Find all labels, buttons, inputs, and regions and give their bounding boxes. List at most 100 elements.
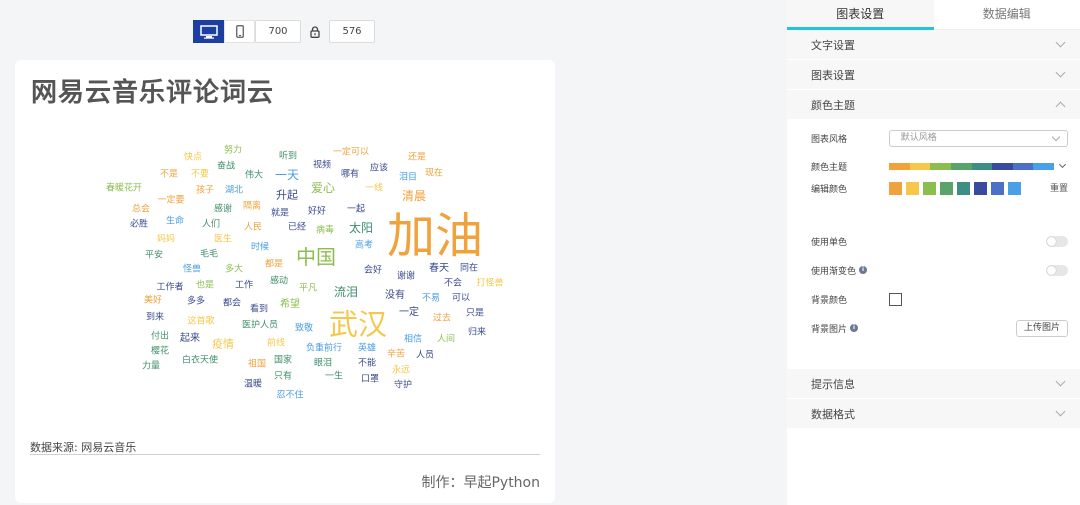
cloud-word: 病毒 bbox=[315, 225, 335, 236]
color-swatch[interactable] bbox=[940, 182, 953, 195]
desktop-icon bbox=[199, 24, 218, 39]
cloud-word: 平安 bbox=[144, 250, 164, 261]
cloud-word: 归来 bbox=[467, 327, 487, 338]
bg-image-label: 背景图片 i bbox=[811, 322, 889, 335]
word-cloud: 加油 武汉 中国 太阳 爱心 清晨 一天 升起 流泪 快点 努力 听到 一定可以 还是 奋战 视频 应该 不是 不要… bbox=[15, 60, 555, 503]
mobile-icon bbox=[235, 25, 244, 38]
cloud-word: 打怪兽 bbox=[476, 278, 504, 289]
cloud-word: 哪有 bbox=[340, 169, 360, 180]
color-swatch[interactable] bbox=[957, 182, 970, 195]
bg-color-picker[interactable] bbox=[889, 292, 902, 306]
edit-colors-row: 编辑颜色 重置 bbox=[811, 178, 1068, 212]
bg-image-row: 背景图片 i 上传图片 bbox=[811, 318, 1068, 338]
color-swatch[interactable] bbox=[889, 182, 902, 195]
cloud-word: 一线 bbox=[364, 183, 384, 194]
cloud-word: 相信 bbox=[403, 334, 423, 345]
cloud-word: 力量 bbox=[141, 361, 161, 372]
single-color-row: 使用单色 bbox=[811, 231, 1068, 251]
cloud-word: 人员 bbox=[415, 350, 435, 361]
cloud-word: 都会 bbox=[222, 298, 242, 309]
cloud-word: 隔离 bbox=[242, 201, 262, 212]
color-theme-row: 颜色主题 bbox=[811, 156, 1068, 176]
cloud-word: 爱心 bbox=[310, 181, 336, 195]
cloud-word: 樱花 bbox=[150, 346, 170, 357]
cloud-word: 必胜 bbox=[129, 219, 149, 230]
cloud-word: 只是 bbox=[465, 308, 485, 319]
color-theme-label: 颜色主题 bbox=[811, 162, 848, 173]
palette-segment bbox=[1012, 162, 1034, 170]
section-label: 提示信息 bbox=[811, 377, 855, 391]
reset-colors-button[interactable]: 重置 bbox=[1050, 181, 1068, 194]
cloud-word: 春暖花开 bbox=[105, 183, 143, 194]
cloud-word: 忍不住 bbox=[276, 390, 304, 401]
desktop-view-button[interactable] bbox=[193, 20, 224, 43]
cloud-word: 不易 bbox=[421, 293, 441, 304]
palette-segment bbox=[930, 162, 951, 170]
info-icon[interactable]: i bbox=[850, 324, 859, 332]
chevron-down-icon bbox=[1055, 406, 1066, 417]
chevron-down-icon bbox=[1055, 67, 1066, 78]
bg-color-label: 背景颜色 bbox=[811, 295, 848, 306]
tab-chart-settings[interactable]: 图表设置 bbox=[787, 0, 934, 30]
cloud-word: 不能 bbox=[357, 358, 377, 369]
info-icon[interactable]: i bbox=[859, 266, 868, 274]
cloud-word: 加油 bbox=[386, 208, 484, 264]
section-label: 图表设置 bbox=[811, 68, 855, 82]
color-swatch[interactable] bbox=[1008, 182, 1021, 195]
cloud-word: 英雄 bbox=[357, 343, 377, 354]
tab-data-edit[interactable]: 数据编辑 bbox=[934, 0, 1080, 29]
color-swatch[interactable] bbox=[923, 182, 936, 195]
bg-image-label-text: 背景图片 bbox=[811, 324, 848, 335]
gradient-toggle[interactable] bbox=[1046, 264, 1068, 276]
aspect-lock-button[interactable] bbox=[301, 20, 329, 43]
cloud-word: 没有 bbox=[385, 290, 405, 301]
data-source-note: 数据来源: 网易云音乐 bbox=[30, 441, 137, 454]
cloud-word: 眼泪 bbox=[313, 358, 333, 369]
section-color-theme[interactable]: 颜色主题 bbox=[787, 90, 1080, 120]
lock-icon bbox=[310, 25, 320, 38]
palette-segment bbox=[950, 162, 972, 170]
cloud-word: 工作者 bbox=[156, 282, 184, 293]
chevron-down-icon bbox=[1055, 376, 1066, 387]
cloud-word: 人间 bbox=[436, 334, 456, 345]
chevron-down-icon[interactable] bbox=[1058, 160, 1067, 169]
cloud-word: 多多 bbox=[186, 296, 206, 307]
cloud-word: 总会 bbox=[131, 204, 151, 215]
color-swatch[interactable] bbox=[906, 182, 919, 195]
cloud-word: 致敬 bbox=[294, 323, 314, 334]
height-input[interactable]: 576 bbox=[329, 20, 375, 43]
single-color-toggle[interactable] bbox=[1046, 235, 1068, 247]
section-data-format[interactable]: 数据格式 bbox=[787, 399, 1080, 429]
cloud-word: 就是 bbox=[270, 208, 290, 219]
section-text-settings[interactable]: 文字设置 bbox=[787, 30, 1080, 60]
cloud-word: 守护 bbox=[393, 380, 413, 391]
cloud-word: 快点 bbox=[183, 152, 203, 163]
cloud-word: 怪兽 bbox=[182, 264, 202, 275]
cloud-word: 感谢 bbox=[213, 204, 233, 215]
color-swatches[interactable] bbox=[889, 182, 1029, 195]
cloud-word: 视频 bbox=[312, 160, 332, 171]
settings-panel: 图表设置 数据编辑 文字设置 图表设置 颜色主题 图表风格 默认风格 颜色主题 … bbox=[787, 0, 1080, 505]
chart-title: 网易云音乐评论词云 bbox=[31, 78, 275, 108]
cloud-word: 一天 bbox=[274, 168, 300, 182]
edit-colors-label: 编辑颜色 bbox=[811, 185, 848, 195]
section-chart-settings[interactable]: 图表设置 bbox=[787, 60, 1080, 90]
mobile-view-button[interactable] bbox=[224, 20, 255, 43]
color-swatch[interactable] bbox=[974, 182, 987, 195]
cloud-word: 平凡 bbox=[298, 283, 318, 294]
chevron-up-icon bbox=[1055, 101, 1066, 112]
cloud-word: 祖国 bbox=[247, 359, 267, 370]
chart-style-select[interactable]: 默认风格 bbox=[888, 129, 1068, 147]
cloud-word: 不是 bbox=[159, 169, 179, 180]
cloud-word: 疫情 bbox=[212, 337, 234, 351]
upload-image-button[interactable]: 上传图片 bbox=[1015, 319, 1068, 337]
cloud-word: 付出 bbox=[150, 331, 170, 342]
color-swatch[interactable] bbox=[991, 182, 1004, 195]
cloud-word: 奋战 bbox=[216, 161, 236, 172]
color-theme-palette[interactable] bbox=[889, 162, 1054, 170]
width-input[interactable]: 700 bbox=[255, 20, 301, 43]
cloud-word: 过去 bbox=[432, 313, 452, 324]
cloud-word: 会好 bbox=[363, 265, 383, 276]
section-label: 文字设置 bbox=[811, 38, 855, 52]
cloud-word: 辛苦 bbox=[386, 349, 406, 360]
